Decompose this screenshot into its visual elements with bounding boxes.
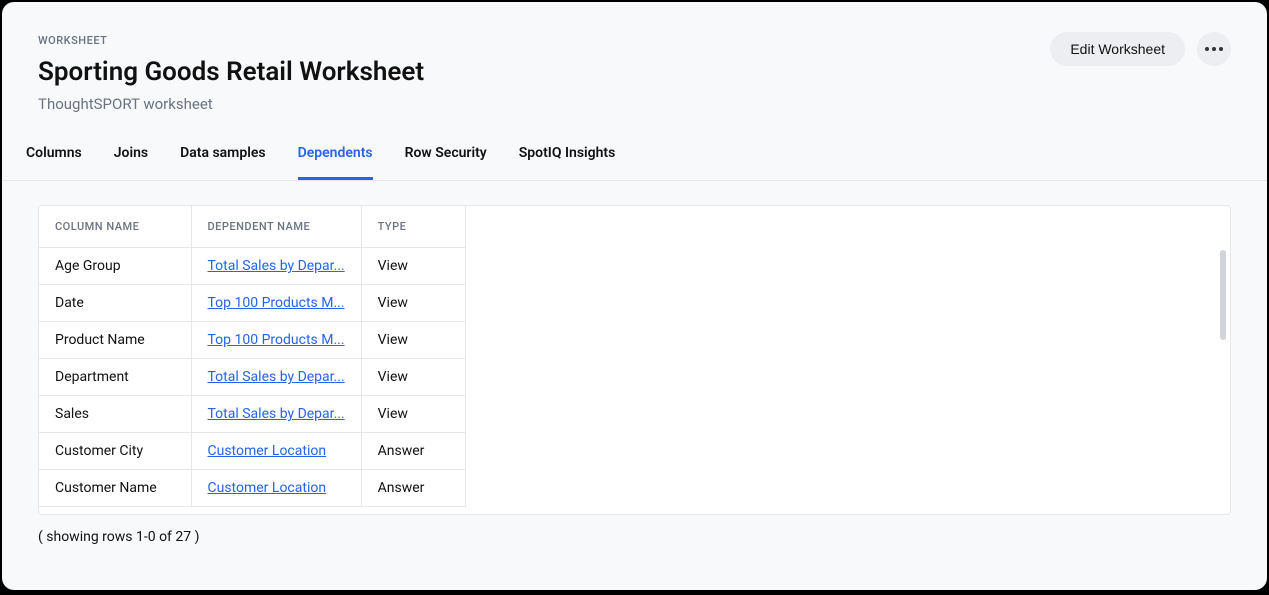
- page-subtitle: ThoughtSPORT worksheet: [38, 95, 1050, 113]
- table-row: Date Top 100 Products M... View: [39, 285, 465, 322]
- more-actions-button[interactable]: [1197, 32, 1231, 66]
- dot-icon: [1205, 47, 1209, 51]
- cell-column-name: Age Group: [39, 248, 191, 285]
- dependents-table: COLUMN NAME DEPENDENT NAME TYPE Age Grou…: [39, 206, 466, 507]
- cell-column-name: Date: [39, 285, 191, 322]
- dependent-link[interactable]: Top 100 Products M...: [208, 295, 345, 311]
- page-title: Sporting Goods Retail Worksheet: [38, 57, 1050, 87]
- table-row: Sales Total Sales by Depar... View: [39, 396, 465, 433]
- dependent-link[interactable]: Total Sales by Depar...: [208, 258, 345, 274]
- cell-type: Answer: [361, 470, 465, 507]
- cell-column-name: Customer Name: [39, 470, 191, 507]
- tab-joins[interactable]: Joins: [114, 145, 148, 180]
- header-actions: Edit Worksheet: [1050, 32, 1231, 66]
- tab-row-security[interactable]: Row Security: [405, 145, 487, 180]
- th-column-name[interactable]: COLUMN NAME: [39, 206, 191, 248]
- dependent-link[interactable]: Customer Location: [208, 480, 327, 496]
- app-frame: WORKSHEET Sporting Goods Retail Workshee…: [2, 2, 1267, 590]
- dependent-link[interactable]: Total Sales by Depar...: [208, 369, 345, 385]
- dependent-link[interactable]: Top 100 Products M...: [208, 332, 345, 348]
- dot-icon: [1212, 47, 1216, 51]
- cell-type: View: [361, 285, 465, 322]
- row-counter: ( showing rows 1-0 of 27 ): [2, 515, 1267, 545]
- th-dependent-name[interactable]: DEPENDENT NAME: [191, 206, 361, 248]
- dependent-link[interactable]: Total Sales by Depar...: [208, 406, 345, 422]
- table-row: Customer City Customer Location Answer: [39, 433, 465, 470]
- header-left: WORKSHEET Sporting Goods Retail Workshee…: [38, 34, 1050, 113]
- th-type[interactable]: TYPE: [361, 206, 465, 248]
- cell-type: View: [361, 322, 465, 359]
- cell-type: View: [361, 248, 465, 285]
- scrollbar-track: [1220, 250, 1226, 510]
- scrollbar-thumb[interactable]: [1220, 250, 1226, 340]
- table-row: Department Total Sales by Depar... View: [39, 359, 465, 396]
- header: WORKSHEET Sporting Goods Retail Workshee…: [2, 2, 1267, 113]
- table-row: Customer Name Customer Location Answer: [39, 470, 465, 507]
- cell-type: View: [361, 396, 465, 433]
- cell-column-name: Product Name: [39, 322, 191, 359]
- table-header-row: COLUMN NAME DEPENDENT NAME TYPE: [39, 206, 465, 248]
- tab-dependents[interactable]: Dependents: [298, 145, 373, 180]
- table-row: Age Group Total Sales by Depar... View: [39, 248, 465, 285]
- eyebrow: WORKSHEET: [38, 34, 1050, 47]
- tabs: Columns Joins Data samples Dependents Ro…: [2, 113, 1267, 181]
- tab-columns[interactable]: Columns: [26, 145, 82, 180]
- cell-column-name: Customer City: [39, 433, 191, 470]
- dot-icon: [1219, 47, 1223, 51]
- table-row: Product Name Top 100 Products M... View: [39, 322, 465, 359]
- tab-data-samples[interactable]: Data samples: [180, 145, 265, 180]
- edit-worksheet-button[interactable]: Edit Worksheet: [1050, 32, 1185, 66]
- tab-spotiq-insights[interactable]: SpotIQ Insights: [519, 145, 616, 180]
- table-container: COLUMN NAME DEPENDENT NAME TYPE Age Grou…: [38, 205, 1231, 515]
- cell-type: Answer: [361, 433, 465, 470]
- cell-column-name: Sales: [39, 396, 191, 433]
- table-scroll[interactable]: COLUMN NAME DEPENDENT NAME TYPE Age Grou…: [39, 206, 1230, 514]
- cell-column-name: Department: [39, 359, 191, 396]
- dependent-link[interactable]: Customer Location: [208, 443, 327, 459]
- cell-type: View: [361, 359, 465, 396]
